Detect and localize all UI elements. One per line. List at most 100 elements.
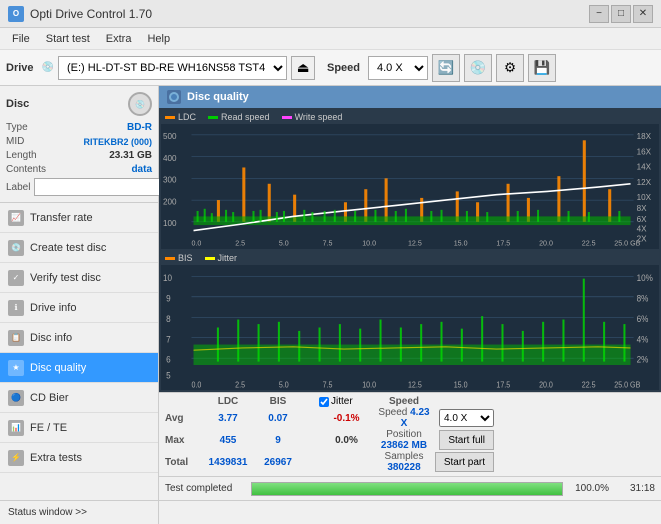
position-label: Position (386, 429, 422, 440)
window-controls: − □ ✕ (589, 5, 653, 23)
status-window-button[interactable]: Status window >> (0, 501, 159, 524)
svg-text:15.0: 15.0 (454, 380, 468, 389)
svg-text:17.5: 17.5 (496, 380, 510, 389)
type-label: Type (6, 122, 28, 133)
samples-value: 380228 (387, 462, 420, 473)
svg-text:6X: 6X (637, 214, 647, 224)
sidebar-item-extra-tests[interactable]: ⚡ Extra tests (0, 443, 158, 473)
nav-label-create-test-disc: Create test disc (30, 242, 106, 254)
length-value: 23.31 GB (109, 150, 152, 161)
progress-status: Test completed (165, 483, 245, 494)
legend-bis: BIS (165, 253, 193, 263)
chart1-area: 500 400 300 200 100 18X 16X 14X 12X 10X … (161, 124, 659, 249)
svg-text:4%: 4% (637, 334, 649, 345)
sidebar-item-transfer-rate[interactable]: 📈 Transfer rate (0, 203, 158, 233)
legend-write-color (282, 116, 292, 119)
sidebar-item-cd-bier[interactable]: 🔵 CD Bier (0, 383, 158, 413)
svg-text:400: 400 (163, 153, 177, 163)
menu-start-test[interactable]: Start test (38, 31, 98, 47)
avg-ldc: 3.77 (203, 407, 253, 429)
svg-text:7.5: 7.5 (323, 239, 333, 248)
svg-text:22.5: 22.5 (582, 239, 596, 248)
sidebar-item-create-test-disc[interactable]: 💿 Create test disc (0, 233, 158, 263)
type-value: BD-R (127, 122, 152, 133)
progress-bar-fill (252, 483, 562, 495)
speed-label-stat: Speed (378, 407, 407, 418)
drive-info-icon: ℹ (8, 300, 24, 316)
svg-text:9: 9 (166, 293, 171, 304)
svg-text:2.5: 2.5 (235, 380, 245, 389)
fe-te-icon: 📊 (8, 420, 24, 436)
legend-ldc-label: LDC (178, 112, 196, 122)
max-bis: 9 (253, 429, 303, 451)
eject-button[interactable]: ⏏ (291, 56, 315, 80)
legend-bis-color (165, 257, 175, 260)
legend-ldc-color (165, 116, 175, 119)
nav-label-drive-info: Drive info (30, 302, 76, 314)
stats-row: LDC BIS Jitter Speed (165, 396, 655, 473)
disc-quality-icon: ★ (8, 360, 24, 376)
disc-quality-header: Disc quality (159, 86, 661, 108)
jitter-checkbox[interactable] (319, 397, 329, 407)
label-label: Label (6, 182, 30, 193)
transfer-rate-icon: 📈 (8, 210, 24, 226)
nav-list: 📈 Transfer rate 💿 Create test disc ✓ Ver… (0, 203, 158, 473)
menu-extra[interactable]: Extra (98, 31, 140, 47)
menu-bar: File Start test Extra Help (0, 28, 661, 50)
disc-button[interactable]: 💿 (464, 54, 492, 82)
jitter-checkbox-label[interactable]: Jitter (319, 396, 374, 407)
svg-text:12.5: 12.5 (408, 239, 422, 248)
svg-text:10.0: 10.0 (362, 239, 376, 248)
svg-text:16X: 16X (637, 146, 652, 156)
minimize-button[interactable]: − (589, 5, 609, 23)
progress-bar (251, 482, 563, 496)
svg-text:12X: 12X (637, 177, 652, 187)
menu-help[interactable]: Help (139, 31, 178, 47)
sidebar-item-disc-info[interactable]: 📋 Disc info (0, 323, 158, 353)
svg-text:2.5: 2.5 (235, 239, 245, 248)
disc-quality-header-icon (167, 90, 181, 104)
close-button[interactable]: ✕ (633, 5, 653, 23)
disc-icon: 💿 (128, 92, 152, 116)
nav-label-cd-bier: CD Bier (30, 392, 69, 404)
chart1-wrapper: LDC Read speed Write speed (161, 110, 659, 249)
sidebar-item-drive-info[interactable]: ℹ Drive info (0, 293, 158, 323)
start-full-button[interactable]: Start full (439, 430, 494, 450)
legend-jitter-color (205, 257, 215, 260)
svg-text:8%: 8% (637, 293, 649, 304)
svg-text:0.0: 0.0 (191, 239, 201, 248)
start-part-button[interactable]: Start part (435, 452, 494, 472)
avg-bis: 0.07 (253, 407, 303, 429)
svg-text:20.0: 20.0 (539, 380, 553, 389)
chart1-svg: 500 400 300 200 100 18X 16X 14X 12X 10X … (161, 124, 659, 249)
chart2-area: 10 9 8 7 6 5 10% 8% 6% 4% 2% 0.0 (161, 265, 659, 390)
menu-file[interactable]: File (4, 31, 38, 47)
sidebar-item-fe-te[interactable]: 📊 FE / TE (0, 413, 158, 443)
legend-ldc: LDC (165, 112, 196, 122)
svg-text:10.0: 10.0 (362, 380, 376, 389)
nav-label-fe-te: FE / TE (30, 422, 67, 434)
svg-text:20.0: 20.0 (539, 239, 553, 248)
stats-table: LDC BIS Jitter Speed (165, 396, 494, 473)
refresh-button[interactable]: 🔄 (432, 54, 460, 82)
speed-selector[interactable]: 4.0 X 1.0 X 2.0 X 6.0 X 8.0 X (368, 56, 428, 80)
settings-button[interactable]: ⚙ (496, 54, 524, 82)
sidebar-item-verify-test-disc[interactable]: ✓ Verify test disc (0, 263, 158, 293)
nav-label-disc-quality: Disc quality (30, 362, 86, 374)
svg-text:10: 10 (163, 272, 172, 283)
legend-read-color (208, 116, 218, 119)
label-input[interactable] (34, 178, 172, 196)
svg-text:6: 6 (166, 354, 171, 365)
charts-container: LDC Read speed Write speed (159, 108, 661, 392)
svg-text:0.0: 0.0 (191, 380, 201, 389)
legend-write-label: Write speed (295, 112, 343, 122)
create-test-disc-icon: 💿 (8, 240, 24, 256)
speed-dropdown[interactable]: 4.0 X 1.0 X 2.0 X (439, 409, 494, 427)
drive-selector[interactable]: (E:) HL-DT-ST BD-RE WH16NS58 TST4 (58, 56, 287, 80)
avg-label: Avg (165, 407, 203, 429)
sidebar-item-disc-quality[interactable]: ★ Disc quality (0, 353, 158, 383)
save-button[interactable]: 💾 (528, 54, 556, 82)
svg-text:12.5: 12.5 (408, 380, 422, 389)
maximize-button[interactable]: □ (611, 5, 631, 23)
svg-text:5: 5 (166, 370, 171, 381)
